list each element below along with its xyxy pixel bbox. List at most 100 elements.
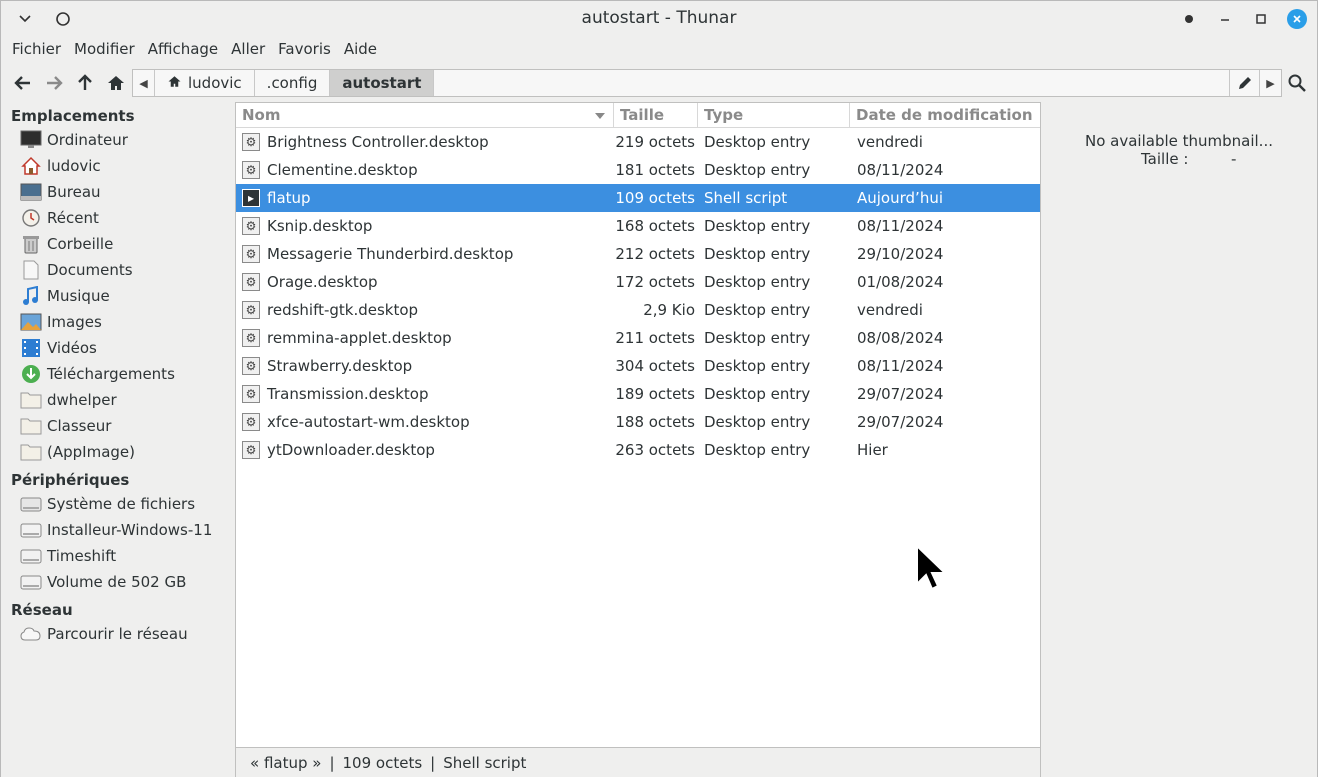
sidebar-item-label: Timeshift xyxy=(47,547,117,565)
file-date: 29/07/2024 xyxy=(857,385,944,403)
file-size: 181 octets xyxy=(615,161,695,179)
devices-heading: Périphériques xyxy=(11,471,130,489)
file-size: 168 octets xyxy=(615,217,695,235)
column-size[interactable]: Taille xyxy=(614,103,698,127)
menu-aide[interactable]: Aide xyxy=(339,37,382,65)
sidebar-item-volume-502gb[interactable]: Volume de 502 GB xyxy=(1,569,235,595)
network-heading: Réseau xyxy=(11,601,73,619)
documents-icon xyxy=(20,259,42,281)
path-bar-spacer xyxy=(434,70,1229,96)
home-button[interactable] xyxy=(100,69,131,97)
sidebar-item-videos[interactable]: Vidéos xyxy=(1,335,235,361)
column-type[interactable]: Type xyxy=(698,103,850,127)
file-date: Hier xyxy=(857,441,888,459)
file-row[interactable]: ⚙ remmina-applet.desktop 211 octets Deskt… xyxy=(236,324,1040,352)
file-size: 211 octets xyxy=(615,329,695,347)
edit-location-button[interactable] xyxy=(1229,70,1259,96)
status-separator: | xyxy=(329,753,335,772)
dot-icon[interactable] xyxy=(1179,9,1199,29)
close-icon[interactable] xyxy=(1287,9,1307,29)
file-row[interactable]: ⚙ Ksnip.desktop 168 octets Desktop entry … xyxy=(236,212,1040,240)
downloads-icon xyxy=(20,363,42,385)
minimize-icon[interactable] xyxy=(1215,9,1235,29)
sidebar-item-systeme-de-fichiers[interactable]: Système de fichiers xyxy=(1,491,235,517)
forward-button[interactable] xyxy=(38,69,69,97)
column-name[interactable]: Nom xyxy=(236,103,614,127)
sidebar-item-musique[interactable]: Musique xyxy=(1,283,235,309)
file-row[interactable]: ⚙ xfce-autostart-wm.desktop 188 octets De… xyxy=(236,408,1040,436)
up-button[interactable] xyxy=(69,69,100,97)
column-date[interactable]: Date de modification xyxy=(850,103,1040,127)
file-name: flatup xyxy=(267,189,311,207)
file-name: Brightness Controller.desktop xyxy=(267,133,489,151)
file-size: 263 octets xyxy=(615,441,695,459)
preview-title: No available thumbnail... xyxy=(1084,132,1273,150)
back-button[interactable] xyxy=(7,69,38,97)
sidebar-item-telechargements[interactable]: Téléchargements xyxy=(1,361,235,387)
home-icon xyxy=(167,74,182,93)
sidebar-item-corbeille[interactable]: Corbeille xyxy=(1,231,235,257)
file-date: 08/11/2024 xyxy=(857,217,944,235)
preview-size-label: Taille : xyxy=(1141,150,1189,168)
file-name: Ksnip.desktop xyxy=(267,217,373,235)
file-name: xfce-autostart-wm.desktop xyxy=(267,413,470,431)
breadcrumb-config[interactable]: .config xyxy=(255,70,331,96)
menu-modifier[interactable]: Modifier xyxy=(69,37,140,65)
search-button[interactable] xyxy=(1285,71,1309,95)
file-type: Desktop entry xyxy=(704,385,811,403)
sidebar-item-installeur-windows-11[interactable]: Installeur-Windows-11 xyxy=(1,517,235,543)
sidebar-item-classeur[interactable]: Classeur xyxy=(1,413,235,439)
images-icon xyxy=(20,311,42,333)
file-row[interactable]: ⚙ Clementine.desktop 181 octets Desktop e… xyxy=(236,156,1040,184)
file-size: 212 octets xyxy=(615,245,695,263)
sidebar-item-ludovic[interactable]: ludovic xyxy=(1,153,235,179)
sidebar-item-label: Classeur xyxy=(47,417,112,435)
sidebar-item-dwhelper[interactable]: dwhelper xyxy=(1,387,235,413)
sidebar-item-appimage[interactable]: (AppImage) xyxy=(1,439,235,465)
sidebar-item-label: Bureau xyxy=(47,183,101,201)
sidebar-item-parcourir-reseau[interactable]: Parcourir le réseau xyxy=(1,621,235,647)
pencil-icon xyxy=(1238,77,1251,89)
sidebar-item-label: Téléchargements xyxy=(47,365,175,383)
file-type: Desktop entry xyxy=(704,245,811,263)
trash-icon xyxy=(20,233,42,255)
sidebar-item-documents[interactable]: Documents xyxy=(1,257,235,283)
drive-icon xyxy=(20,519,42,541)
sidebar-item-timeshift[interactable]: Timeshift xyxy=(1,543,235,569)
file-row[interactable]: ⚙ Orage.desktop 172 octets Desktop entry … xyxy=(236,268,1040,296)
menu-affichage[interactable]: Affichage xyxy=(143,37,223,65)
sidebar-item-label: Volume de 502 GB xyxy=(47,573,187,591)
sidebar-item-bureau[interactable]: Bureau xyxy=(1,179,235,205)
file-row[interactable]: ⚙ Transmission.desktop 189 octets Desktop… xyxy=(236,380,1040,408)
path-scroll-right-icon[interactable]: ▶ xyxy=(1259,70,1281,96)
videos-icon xyxy=(20,337,42,359)
file-row[interactable]: ⚙ Brightness Controller.desktop 219 octet… xyxy=(236,128,1040,156)
menu-fichier[interactable]: Fichier xyxy=(7,37,66,65)
sidebar-item-recent[interactable]: Récent xyxy=(1,205,235,231)
maximize-icon[interactable] xyxy=(1251,9,1271,29)
path-scroll-left-icon[interactable]: ◀ xyxy=(133,70,155,96)
sidebar-item-label: ludovic xyxy=(47,157,101,175)
menu-favoris[interactable]: Favoris xyxy=(273,37,336,65)
file-type: Shell script xyxy=(704,189,788,207)
file-row[interactable]: ⚙ ytDownloader.desktop 263 octets Desktop… xyxy=(236,436,1040,464)
status-file-type: Shell script xyxy=(443,753,527,772)
breadcrumb-ludovic[interactable]: ludovic xyxy=(155,70,255,96)
file-size: 109 octets xyxy=(615,189,695,207)
forward-arrow-icon xyxy=(46,76,63,90)
thunar-window: autostart - Thunar Fichier Modifier Affi… xyxy=(0,0,1318,777)
file-row[interactable]: ⚙ redshift-gtk.desktop 2,9 Kio Desktop en… xyxy=(236,296,1040,324)
sidebar-item-ordinateur[interactable]: Ordinateur xyxy=(1,127,235,153)
file-list: Nom Taille Type Date de modification ⚙ Br… xyxy=(235,102,1041,748)
file-type: Desktop entry xyxy=(704,217,811,235)
file-row[interactable]: ⚙ Strawberry.desktop 304 octets Desktop e… xyxy=(236,352,1040,380)
sidebar-item-label: Ordinateur xyxy=(47,131,128,149)
file-row[interactable]: ⚙ Messagerie Thunderbird.desktop 212 octe… xyxy=(236,240,1040,268)
breadcrumb-label: .config xyxy=(266,74,318,92)
sidebar-item-images[interactable]: Images xyxy=(1,309,235,335)
titlebar[interactable]: autostart - Thunar xyxy=(1,1,1317,37)
computer-icon xyxy=(20,129,42,151)
breadcrumb-autostart[interactable]: autostart xyxy=(330,70,435,96)
menu-aller[interactable]: Aller xyxy=(226,37,270,65)
file-row-selected[interactable]: ▸ flatup 109 octets Shell script Aujourd’… xyxy=(236,184,1040,212)
